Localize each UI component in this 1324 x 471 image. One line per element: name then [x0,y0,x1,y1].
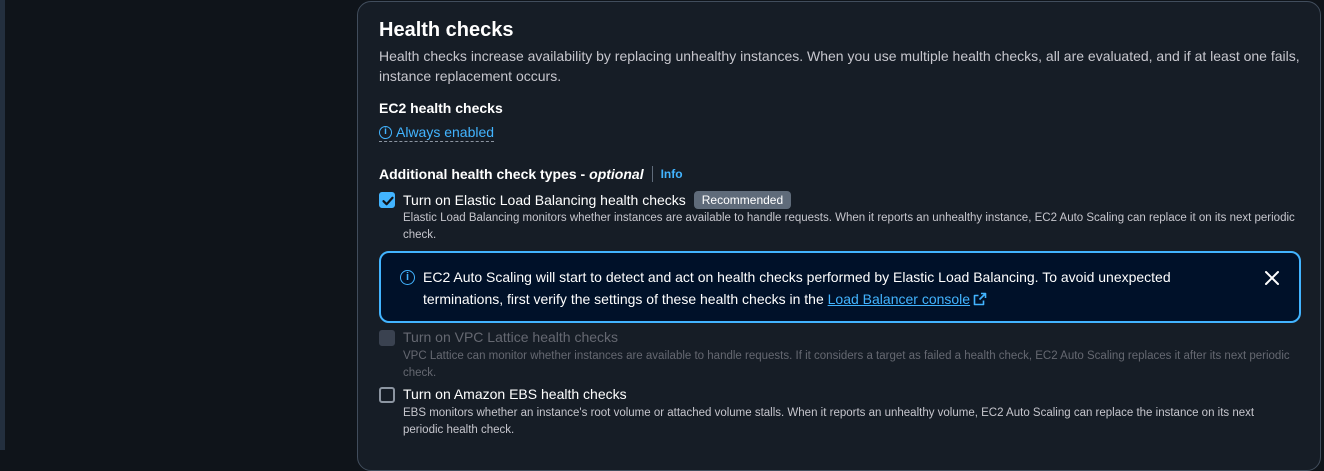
divider [651,166,653,182]
external-link-icon [973,292,987,306]
always-enabled-text: Always enabled [396,124,495,140]
ec2-health-checks-label: EC2 health checks [379,100,503,116]
close-icon[interactable] [1263,269,1281,287]
ebs-checkbox[interactable] [379,387,395,403]
checkmark-icon [382,196,394,206]
ebs-label-text: Turn on Amazon EBS health checks [403,386,627,402]
elb-checkbox[interactable] [379,192,395,208]
alert-info-icon: i [400,270,415,285]
info-alert: i EC2 Auto Scaling will start to detect … [379,251,1301,323]
alert-message: EC2 Auto Scaling will start to detect an… [423,266,1243,310]
ebs-description: EBS monitors whether an instance's root … [403,407,1255,436]
additional-label-text: Additional health check types - [379,166,586,182]
recommended-badge: Recommended [693,191,792,209]
elb-description: Elastic Load Balancing monitors whether … [403,212,1295,241]
left-rail [0,0,5,450]
load-balancer-console-link[interactable]: Load Balancer console [828,291,987,307]
health-checks-panel: Health checks Health checks increase ava… [357,1,1321,471]
ebs-label[interactable]: Turn on Amazon EBS health checks [403,386,627,402]
additional-health-check-types-label: Additional health check types - optional… [379,166,683,182]
optional-text: optional [589,166,644,182]
elb-label[interactable]: Turn on Elastic Load Balancing health ch… [403,191,792,209]
section-title: Health checks [379,19,514,41]
vpc-lattice-label: Turn on VPC Lattice health checks [403,329,618,345]
always-enabled-popover[interactable]: i Always enabled [379,124,495,142]
info-link[interactable]: Info [661,167,683,181]
vpc-lattice-label-text: Turn on VPC Lattice health checks [403,329,619,345]
vpc-lattice-description: VPC Lattice can monitor whether instance… [403,350,1290,379]
info-icon: i [379,125,392,139]
section-description: Health checks increase availability by r… [379,48,1300,84]
alert-text: EC2 Auto Scaling will start to detect an… [423,269,1171,307]
load-balancer-console-link-text: Load Balancer console [827,291,971,307]
elb-label-text: Turn on Elastic Load Balancing health ch… [403,192,686,208]
vpc-lattice-checkbox [379,330,395,346]
